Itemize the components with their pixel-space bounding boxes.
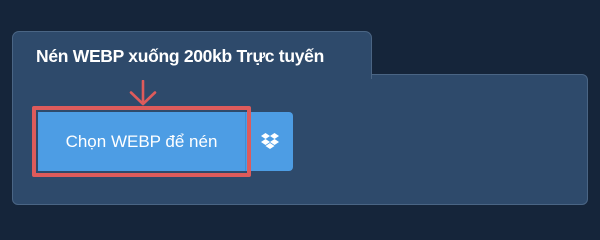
highlight-frame [32, 106, 251, 177]
dropbox-button[interactable] [245, 112, 293, 171]
tab-title: Nén WEBP xuống 200kb Trực tuyến [36, 46, 324, 66]
arrow-down-icon [129, 80, 157, 106]
dropbox-icon [260, 132, 279, 149]
tool-tab: Nén WEBP xuống 200kb Trực tuyến [12, 31, 372, 79]
